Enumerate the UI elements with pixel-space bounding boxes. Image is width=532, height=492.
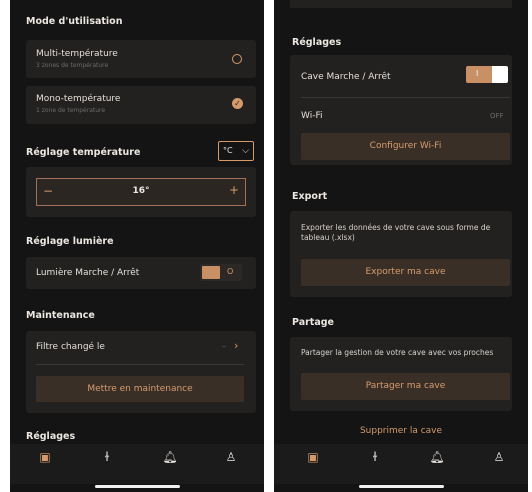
toggle-on-bg: I <box>466 66 492 83</box>
light-card: Lumière Marche / Arrêt O <box>26 257 256 289</box>
toggle-knob <box>202 266 220 279</box>
left-screen: Mode d'utilisation Multi-température 3 z… <box>10 0 264 492</box>
profile-icon[interactable]: ♙ <box>490 450 508 464</box>
right-screen: Réglages Cave Marche / Arrêt I Wi-Fi OFF… <box>274 0 528 492</box>
share-title: Partage <box>292 317 334 328</box>
wine-cellar-icon[interactable]: ▣ <box>304 450 322 464</box>
wifi-label: Wi-Fi <box>301 111 323 121</box>
light-label: Lumière Marche / Arrêt <box>36 268 140 278</box>
divider <box>301 97 510 98</box>
temperature-card: − 16° + <box>26 167 256 217</box>
wifi-status: OFF <box>490 112 504 120</box>
mode-option-multi-label: Multi-température <box>36 49 118 59</box>
mode-title: Mode d'utilisation <box>26 16 123 27</box>
chevron-right-icon[interactable]: › <box>234 339 238 352</box>
filter-value: – <box>222 342 226 351</box>
settings-card: Cave Marche / Arrêt I Wi-Fi OFF Configur… <box>290 55 512 165</box>
maintenance-button[interactable]: Mettre en maintenance <box>36 376 244 402</box>
export-card: Exporter les données de votre cave sous … <box>290 211 512 297</box>
settings-title-left: Réglages <box>26 431 76 442</box>
power-label: Cave Marche / Arrêt <box>301 72 391 82</box>
export-button[interactable]: Exporter ma cave <box>301 259 510 286</box>
top-card-edge <box>290 0 512 8</box>
maintenance-title: Maintenance <box>26 310 95 321</box>
mode-option-multi-sub: 3 zones de température <box>36 62 109 69</box>
temperature-value: 16° <box>132 186 150 196</box>
bell-icon[interactable]: 🔔︎ <box>161 450 179 464</box>
divider <box>36 364 244 365</box>
share-text: Partager la gestion de votre cave avec v… <box>301 348 494 357</box>
mode-option-mono[interactable]: Mono-température 1 zone de température ✓ <box>26 86 256 124</box>
toggle-knob <box>492 66 508 83</box>
plus-button[interactable]: + <box>229 183 239 197</box>
bottle-icon[interactable]: ɫ <box>98 450 116 464</box>
toggle-on-label: I <box>476 69 479 78</box>
light-toggle[interactable]: O <box>200 264 242 281</box>
delete-cellar-link[interactable]: Supprimer la cave <box>274 426 528 436</box>
unit-value: °C <box>223 146 233 155</box>
home-indicator <box>95 485 180 488</box>
share-card: Partager la gestion de votre cave avec v… <box>290 337 512 411</box>
temperature-title: Réglage température <box>26 147 141 158</box>
temperature-stepper[interactable]: − 16° + <box>36 178 246 206</box>
configure-wifi-button[interactable]: Configurer Wi-Fi <box>301 133 510 160</box>
bottom-nav: ▣ ɫ 🔔︎ ♙ <box>274 444 528 484</box>
bell-icon[interactable]: 🔔︎ <box>428 450 446 464</box>
chevron-down-icon: ⌵ <box>242 146 249 156</box>
bottom-nav: ▣ ɫ 🔔︎ ♙ <box>10 444 264 484</box>
maintenance-card: Filtre changé le – › Mettre en maintenan… <box>26 331 256 413</box>
settings-title: Réglages <box>292 37 342 48</box>
light-title: Réglage lumière <box>26 236 114 247</box>
unit-select[interactable]: °C ⌵ <box>218 141 254 161</box>
filter-label: Filtre changé le <box>36 342 105 352</box>
profile-icon[interactable]: ♙ <box>222 450 240 464</box>
mode-option-mono-label: Mono-température <box>36 94 121 104</box>
home-indicator <box>359 485 444 488</box>
mode-option-mono-sub: 1 zone de température <box>36 107 106 114</box>
export-text: Exporter les données de votre cave sous … <box>301 223 491 242</box>
radio-empty-icon[interactable] <box>232 54 242 64</box>
mode-option-multi[interactable]: Multi-température 3 zones de température <box>26 40 256 78</box>
export-title: Export <box>292 191 328 202</box>
wine-cellar-icon[interactable]: ▣ <box>36 450 54 464</box>
share-button[interactable]: Partager ma cave <box>301 373 510 400</box>
toggle-off-label: O <box>227 267 234 276</box>
bottle-icon[interactable]: ɫ <box>366 450 384 464</box>
radio-checked-icon[interactable]: ✓ <box>232 98 243 109</box>
power-toggle[interactable]: I <box>466 66 508 83</box>
